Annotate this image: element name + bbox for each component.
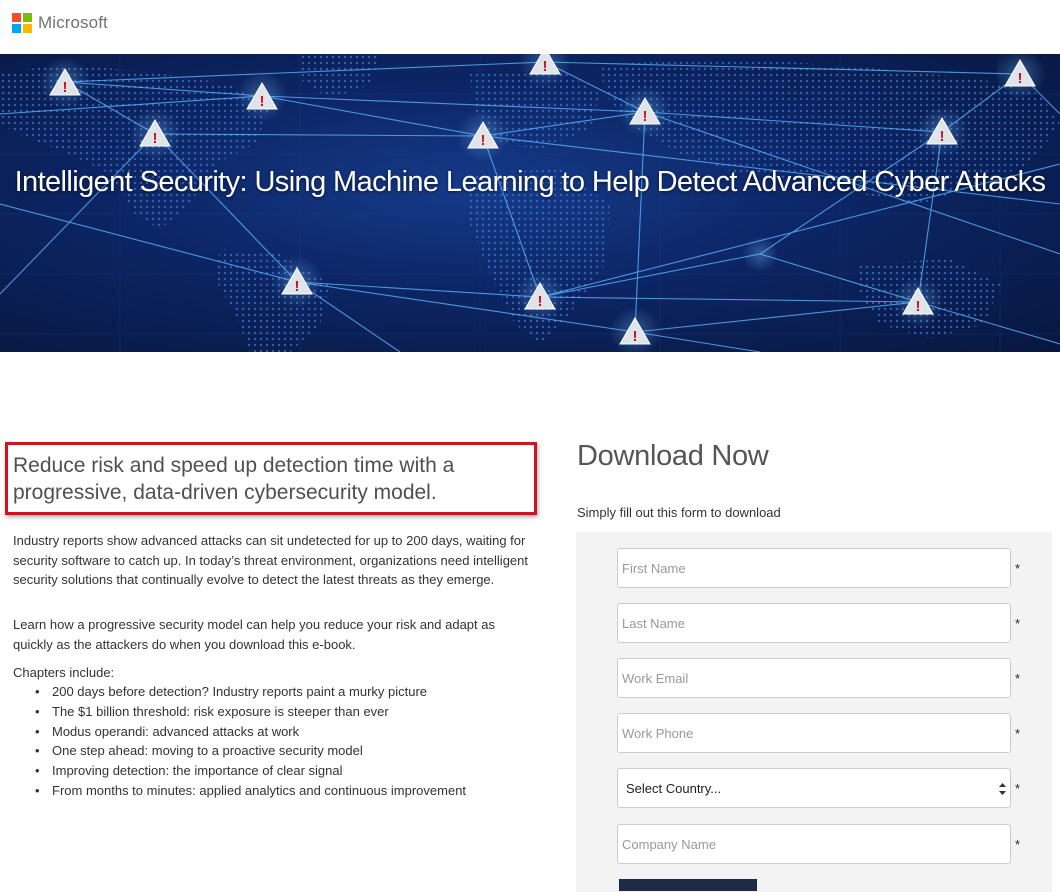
microsoft-logo[interactable]: Microsoft	[12, 13, 108, 33]
svg-text:!: !	[543, 58, 548, 75]
svg-text:!: !	[481, 132, 486, 149]
warning-triangle-icon: !	[1004, 58, 1036, 87]
work-email-input[interactable]	[617, 658, 1011, 698]
svg-text:!: !	[643, 108, 648, 125]
country-select-value: Select Country...	[626, 781, 722, 796]
warning-triangle-icon: !	[629, 96, 661, 125]
svg-text:!: !	[940, 128, 945, 145]
required-marker: *	[1015, 616, 1021, 631]
required-marker: *	[1015, 561, 1021, 576]
warning-triangle-icon: !	[926, 116, 958, 145]
intro-paragraph: Industry reports show advanced attacks c…	[13, 533, 528, 587]
svg-text:!: !	[633, 328, 638, 345]
warning-triangle-icon: !	[524, 281, 556, 310]
brand-wordmark: Microsoft	[38, 13, 108, 32]
warning-triangle-icon: !	[619, 316, 651, 345]
company-name-input[interactable]	[617, 824, 1011, 864]
work-phone-input[interactable]	[617, 713, 1011, 753]
list-item: • From months to minutes: applied analyti…	[35, 782, 467, 798]
warning-triangle-icon: !	[467, 120, 499, 149]
svg-text:!: !	[295, 278, 300, 295]
required-marker: *	[1015, 837, 1021, 852]
list-item: • 200 days before detection? Industry rep…	[35, 684, 428, 699]
required-marker: *	[1015, 671, 1021, 686]
warning-triangle-icon: !	[902, 286, 934, 315]
select-arrows-icon	[999, 783, 1006, 795]
country-select[interactable]: Select Country...	[617, 768, 1011, 808]
hero-title: Intelligent Security: Using Machine Lear…	[14, 166, 1046, 198]
hero-banner: ! ! ! ! ! ! ! ! ! ! ! ! Intelligent Secu…	[0, 54, 1060, 352]
warning-triangle-icon: !	[139, 118, 171, 147]
svg-text:!: !	[916, 298, 921, 315]
list-item: • Improving detection: the importance of …	[35, 763, 343, 779]
svg-text:!: !	[538, 293, 543, 310]
content-headline: Reduce risk and speed up detection time …	[13, 454, 455, 504]
required-marker: *	[1015, 726, 1021, 741]
warning-triangle-icon: !	[281, 266, 313, 295]
ebook-paragraph: Learn how a progressive security model c…	[13, 617, 495, 652]
submit-button[interactable]	[619, 879, 757, 891]
list-item: • One step ahead: moving to a proactive s…	[35, 743, 363, 759]
required-marker: *	[1015, 781, 1021, 796]
chapters-list: • 200 days before detection? Industry rep…	[13, 682, 466, 801]
list-item: • The $1 billion threshold: risk exposure…	[35, 703, 389, 719]
download-title: Download Now	[577, 440, 769, 472]
last-name-input[interactable]	[617, 603, 1011, 643]
svg-text:!: !	[1018, 70, 1023, 87]
site-header: Microsoft	[0, 0, 1060, 54]
first-name-input[interactable]	[617, 548, 1011, 588]
svg-text:!: !	[63, 79, 68, 96]
svg-text:!: !	[153, 130, 158, 147]
chapters-label: Chapters include:	[13, 665, 115, 680]
warning-triangle-icon: !	[529, 54, 561, 75]
svg-text:!: !	[260, 93, 265, 110]
form-subtitle: Simply fill out this form to download	[577, 505, 781, 520]
list-item: • Modus operandi: advanced attacks at wor…	[35, 723, 300, 739]
warning-triangle-icon: !	[246, 81, 278, 110]
warning-triangle-icon: !	[49, 67, 81, 96]
microsoft-logo-icon	[12, 13, 32, 33]
